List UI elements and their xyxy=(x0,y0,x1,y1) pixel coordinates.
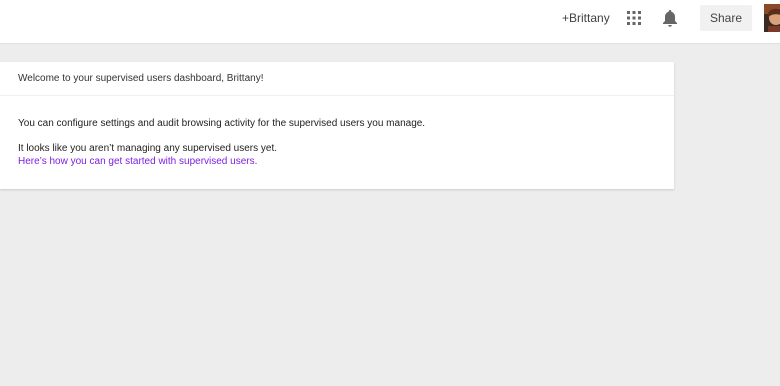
card-body: You can configure settings and audit bro… xyxy=(0,96,674,168)
welcome-card: Welcome to your supervised users dashboa… xyxy=(0,62,674,189)
top-bar: +Brittany Share xyxy=(0,0,780,44)
status-text: It looks like you aren’t managing any su… xyxy=(18,143,278,154)
get-started-link[interactable]: Here’s how you can get started with supe… xyxy=(18,155,674,168)
card-title: Welcome to your supervised users dashboa… xyxy=(0,62,674,96)
avatar-photo-icon xyxy=(764,4,780,32)
apps-grid-icon[interactable] xyxy=(627,11,641,25)
profile-link[interactable]: +Brittany xyxy=(562,11,610,25)
description-text: You can configure settings and audit bro… xyxy=(18,118,426,129)
share-button[interactable]: Share xyxy=(700,5,752,31)
bell-icon[interactable] xyxy=(662,9,678,27)
avatar[interactable] xyxy=(764,4,780,32)
